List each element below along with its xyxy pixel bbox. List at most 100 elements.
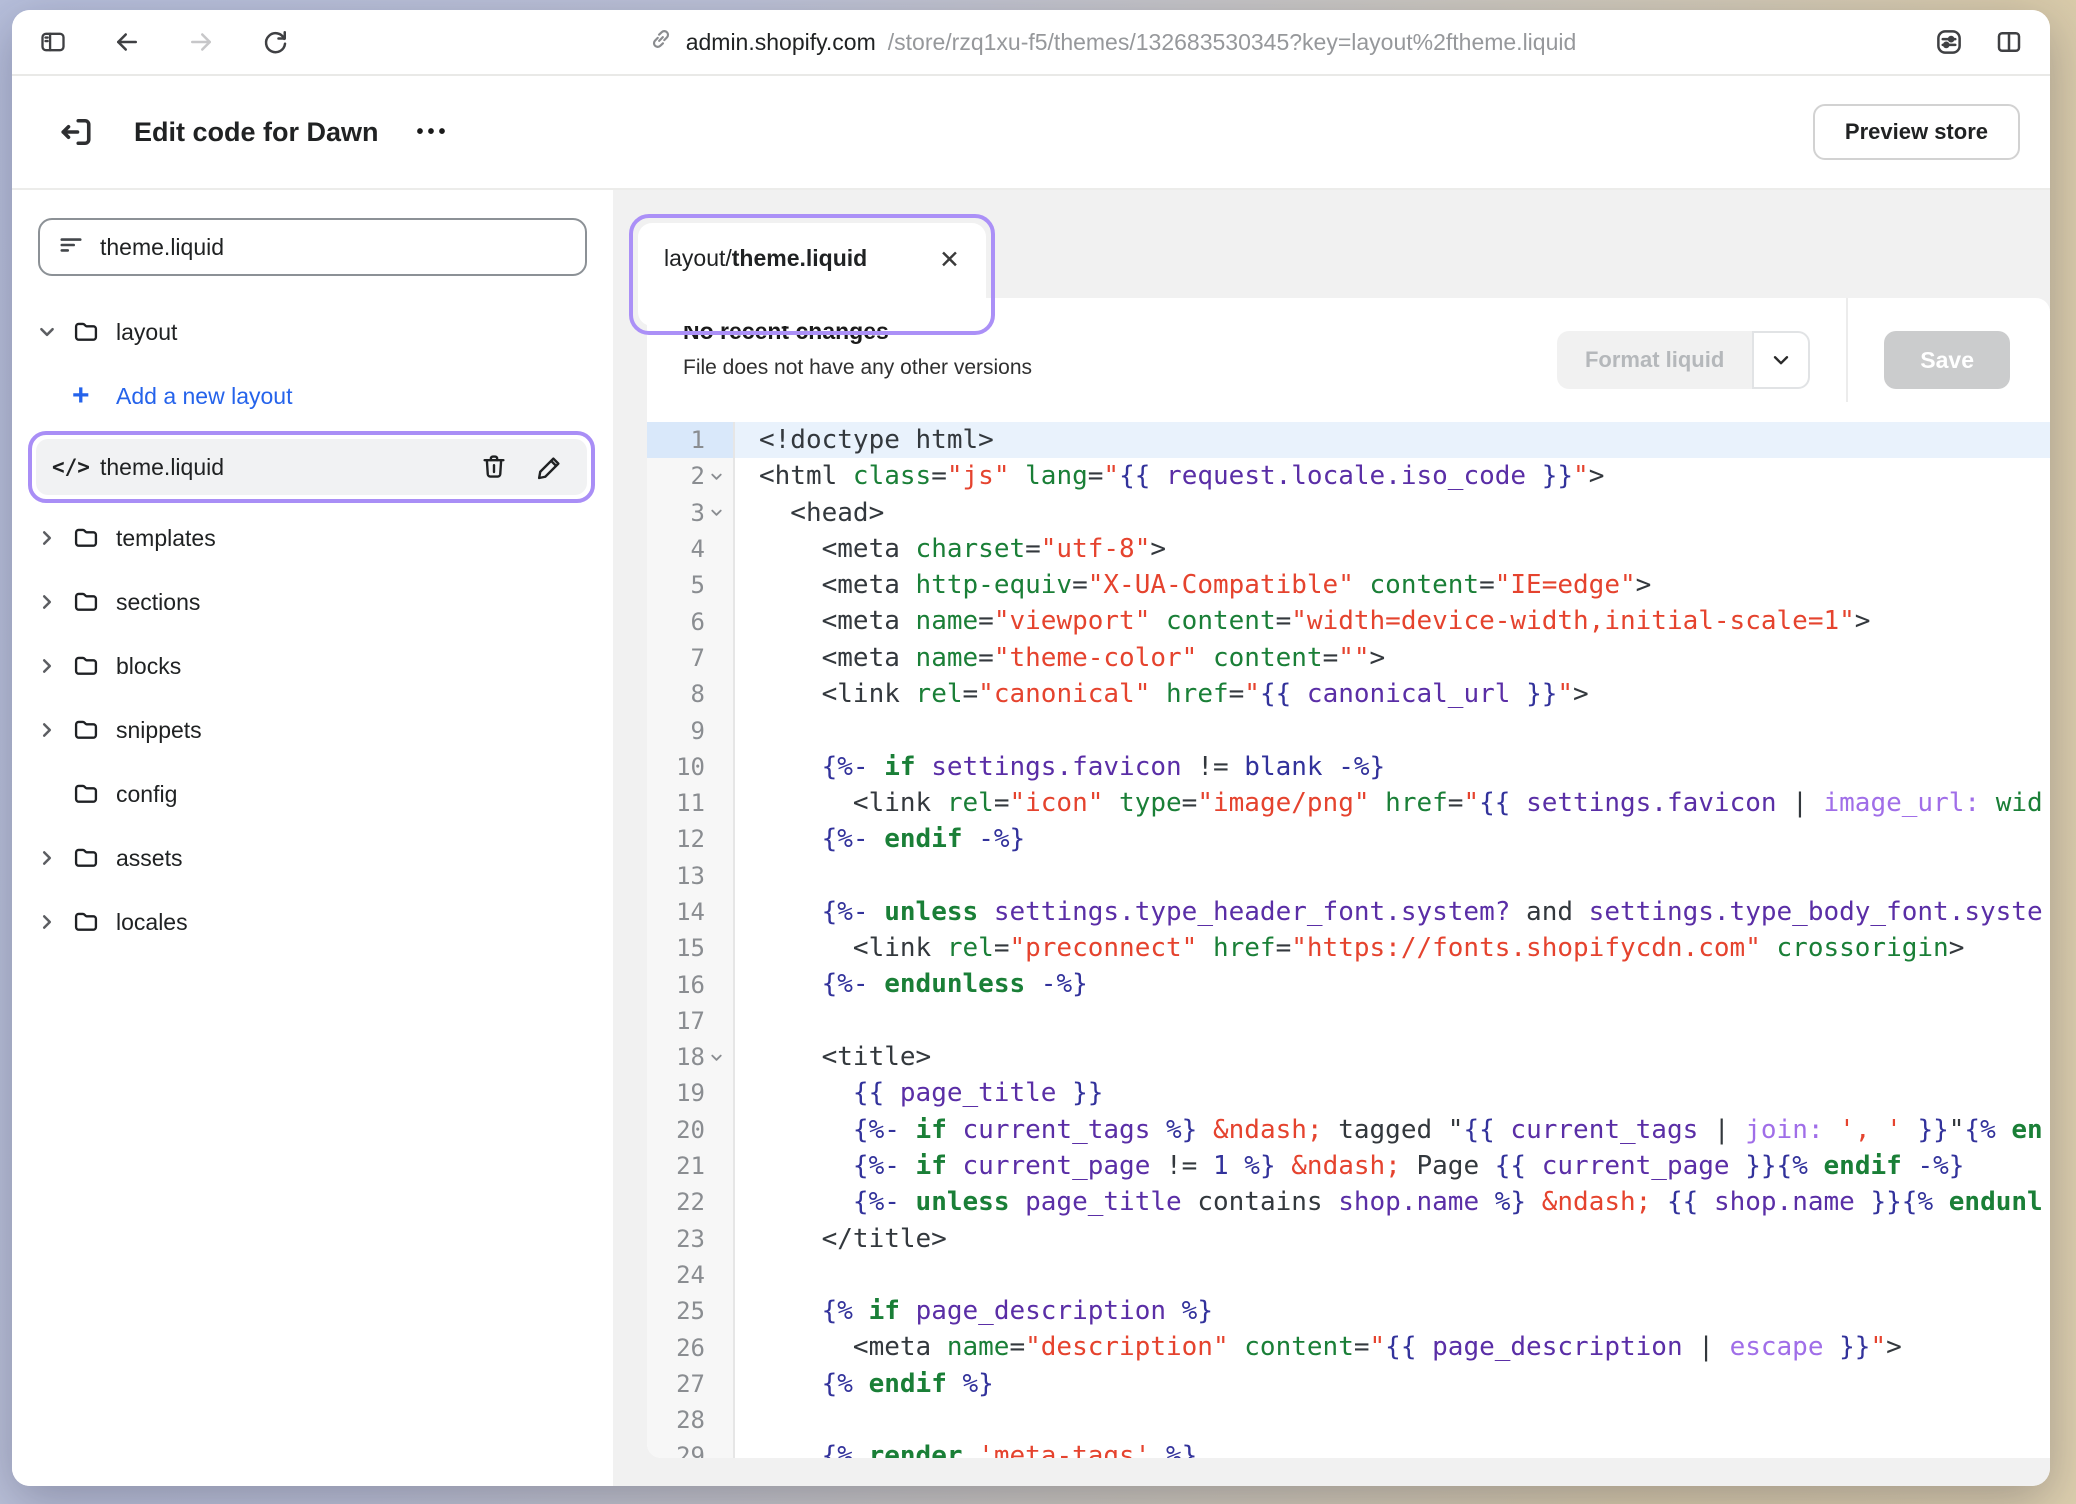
reload-icon[interactable] (260, 27, 290, 57)
code-line[interactable]: <meta name="viewport" content="width=dev… (735, 603, 2050, 639)
code-line[interactable]: <title> (735, 1039, 2050, 1075)
delete-file-icon[interactable] (477, 450, 511, 484)
code-line[interactable]: <meta name="description" content="{{ pag… (735, 1329, 2050, 1365)
sidebar-item-layout[interactable]: layout (32, 300, 599, 364)
line-number-text: 28 (676, 1406, 705, 1434)
sidebar-item-config[interactable]: config (32, 762, 599, 826)
format-liquid-button[interactable]: Format liquid (1557, 331, 1752, 389)
line-number-text: 3 (691, 499, 705, 527)
code-line[interactable]: <meta name="theme-color" content=""> (735, 640, 2050, 676)
editor-main: layout/theme.liquid ✕ No recent changes … (613, 190, 2050, 1486)
line-number: 17 (647, 1003, 733, 1039)
line-number: 4 (647, 531, 733, 567)
line-number: 22 (647, 1184, 733, 1220)
line-number-text: 8 (691, 680, 705, 708)
code-line[interactable]: {%- if current_tags %} &ndash; tagged "{… (735, 1112, 2050, 1148)
line-number-text: 22 (676, 1188, 705, 1216)
code-line[interactable] (735, 1402, 2050, 1438)
line-number: 15 (647, 930, 733, 966)
chevron-down-icon[interactable] (32, 323, 72, 341)
code-line[interactable]: {%- endif -%} (735, 821, 2050, 857)
sidebar-item-sections[interactable]: sections (32, 570, 599, 634)
code-line[interactable]: <html class="js" lang="{{ request.locale… (735, 458, 2050, 494)
fold-toggle-icon[interactable] (705, 469, 727, 484)
code-line[interactable]: {% if page_description %} (735, 1293, 2050, 1329)
code-line[interactable]: {%- if settings.favicon != blank -%} (735, 749, 2050, 785)
tab-label: layout/theme.liquid (664, 245, 867, 272)
save-button[interactable]: Save (1884, 331, 2010, 389)
code-line[interactable]: {%- unless settings.type_header_font.sys… (735, 894, 2050, 930)
code-line[interactable]: <meta charset="utf-8"> (735, 531, 2050, 567)
fold-toggle-icon[interactable] (705, 1050, 727, 1065)
folder-icon (72, 716, 116, 744)
code-line[interactable] (735, 712, 2050, 748)
sidebar-item-templates[interactable]: templates (32, 506, 599, 570)
file-search-box[interactable] (38, 218, 587, 276)
folder-label: layout (116, 319, 177, 346)
sidebar-item-locales[interactable]: locales (32, 890, 599, 954)
code-editor[interactable]: 1234567891011121314151617181920212223242… (647, 422, 2050, 1458)
code-line[interactable] (735, 1257, 2050, 1293)
line-number: 3 (647, 495, 733, 531)
code-line[interactable]: {%- endunless -%} (735, 966, 2050, 1002)
folder-label: templates (116, 525, 216, 552)
line-number: 9 (647, 712, 733, 748)
code-line[interactable] (735, 1003, 2050, 1039)
search-input[interactable] (100, 234, 567, 261)
chevron-right-icon[interactable] (32, 529, 72, 547)
content-area: layout +Add a new layout </>theme.liquid te… (12, 190, 2050, 1486)
url-host: admin.shopify.com (686, 29, 876, 56)
sidebar-item-theme-liquid[interactable]: </>theme.liquid (36, 439, 587, 495)
code-line[interactable]: {% endif %} (735, 1366, 2050, 1402)
file-tree: layout +Add a new layout </>theme.liquid te… (12, 300, 613, 954)
code-line[interactable]: {%- unless page_title contains shop.name… (735, 1184, 2050, 1220)
chevron-right-icon[interactable] (32, 849, 72, 867)
exit-editor-icon[interactable] (54, 110, 98, 154)
line-number-text: 24 (676, 1261, 705, 1289)
line-number: 2 (647, 458, 733, 494)
code-line[interactable]: <head> (735, 495, 2050, 531)
code-line[interactable]: {{ page_title }} (735, 1075, 2050, 1111)
page-settings-icon[interactable] (1934, 27, 1964, 57)
line-number: 12 (647, 821, 733, 857)
line-number: 10 (647, 749, 733, 785)
chevron-right-icon[interactable] (32, 913, 72, 931)
code-line[interactable]: <link rel="preconnect" href="https://fon… (735, 930, 2050, 966)
folder-icon (72, 780, 116, 808)
code-line[interactable]: <meta http-equiv="X-UA-Compatible" conte… (735, 567, 2050, 603)
code-line[interactable]: </title> (735, 1221, 2050, 1257)
fold-toggle-icon[interactable] (705, 505, 727, 520)
line-number-text: 14 (676, 898, 705, 926)
code-line[interactable]: <link rel="icon" type="image/png" href="… (735, 785, 2050, 821)
more-actions-icon[interactable]: ••• (417, 121, 450, 144)
code-lines[interactable]: <!doctype html><html class="js" lang="{{… (735, 422, 2050, 1458)
address-bar[interactable]: admin.shopify.com/store/rzq1xu-f5/themes… (290, 26, 1934, 58)
code-line[interactable]: {%- if current_page != 1 %} &ndash; Page… (735, 1148, 2050, 1184)
split-view-icon[interactable] (1994, 27, 2024, 57)
folder-label: assets (116, 845, 182, 872)
code-line[interactable]: {% render 'meta-tags' %} (735, 1438, 2050, 1458)
sidebar-item-snippets[interactable]: snippets (32, 698, 599, 762)
sidebar-item-assets[interactable]: assets (32, 826, 599, 890)
rename-file-icon[interactable] (533, 450, 567, 484)
line-number: 16 (647, 966, 733, 1002)
code-line[interactable]: <link rel="canonical" href="{{ canonical… (735, 676, 2050, 712)
sidebar-item-add-a-new-layout[interactable]: +Add a new layout (32, 364, 599, 428)
line-number-text: 1 (691, 426, 705, 454)
chevron-right-icon[interactable] (32, 721, 72, 739)
close-tab-icon[interactable]: ✕ (939, 245, 960, 275)
sidebar-toggle-icon[interactable] (38, 27, 68, 57)
line-number: 26 (647, 1329, 733, 1365)
forward-icon[interactable] (186, 27, 216, 57)
preview-store-button[interactable]: Preview store (1813, 104, 2020, 160)
page-title: Edit code for Dawn (134, 117, 379, 148)
sidebar-item-blocks[interactable]: blocks (32, 634, 599, 698)
code-line[interactable] (735, 858, 2050, 894)
code-line[interactable]: <!doctype html> (735, 422, 2050, 458)
format-dropdown-button[interactable] (1752, 331, 1810, 389)
file-sidebar: layout +Add a new layout </>theme.liquid te… (12, 190, 613, 1486)
back-icon[interactable] (112, 27, 142, 57)
chevron-right-icon[interactable] (32, 593, 72, 611)
chevron-right-icon[interactable] (32, 657, 72, 675)
tab-theme-liquid[interactable]: layout/theme.liquid ✕ (638, 223, 986, 326)
